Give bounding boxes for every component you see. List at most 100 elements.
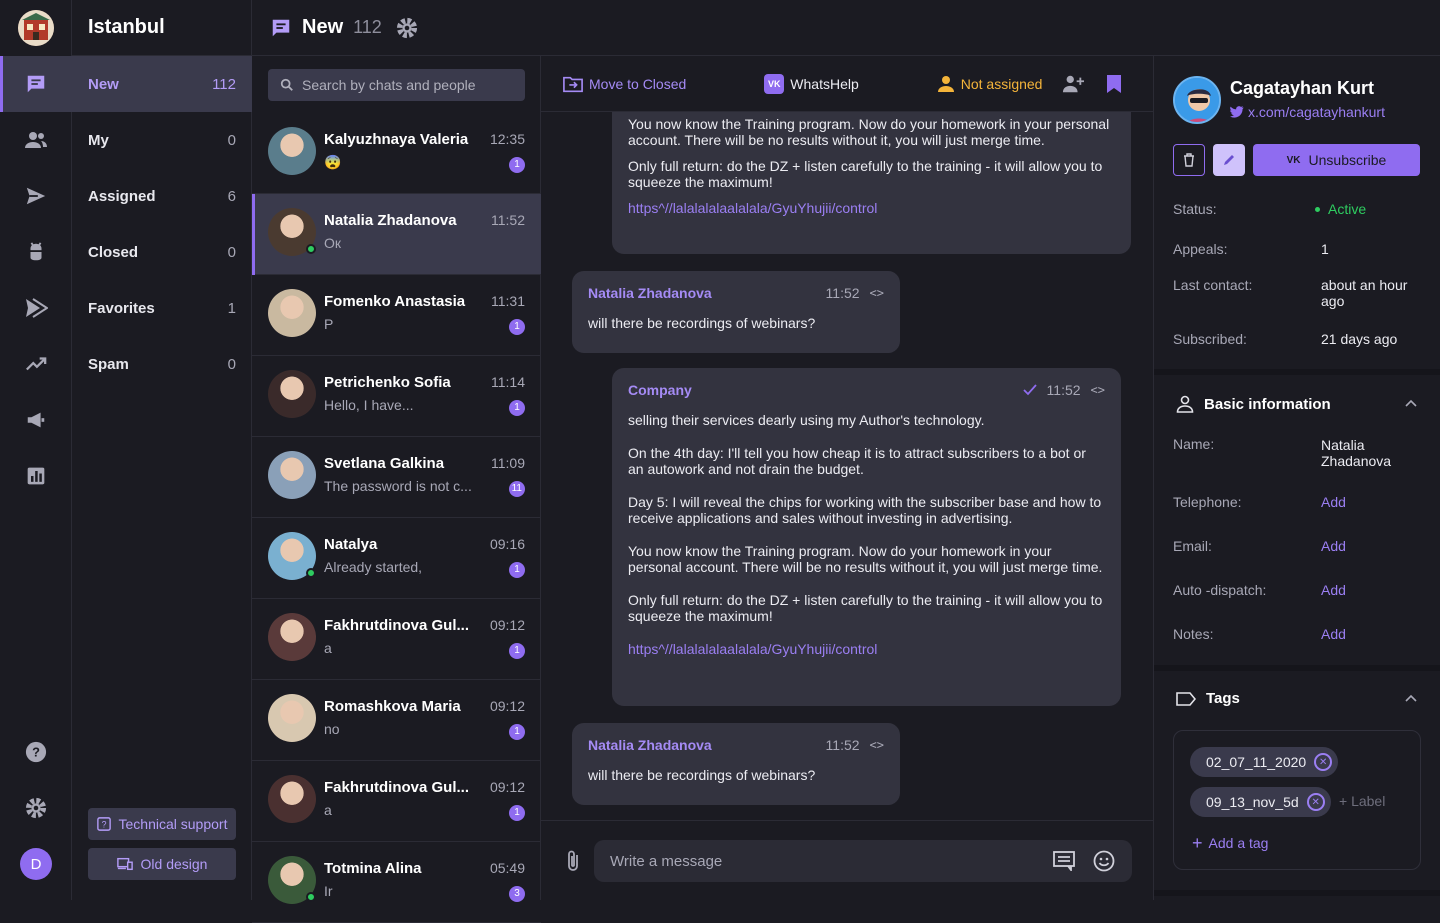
email-add-link[interactable]: Add	[1321, 538, 1346, 554]
menu-item-closed[interactable]: Closed 0	[72, 224, 252, 280]
menu-item-count: 1	[227, 299, 236, 317]
code-view-icon[interactable]: <>	[1091, 382, 1105, 398]
chat-bubble-icon	[272, 19, 290, 36]
code-view-icon[interactable]: <>	[870, 737, 884, 753]
help-icon[interactable]: ?	[0, 724, 72, 780]
trash-icon	[1184, 153, 1194, 167]
unsubscribe-label: Unsubscribe	[1308, 152, 1387, 168]
chat-name: Romashkova Maria	[324, 698, 461, 715]
add-tag-label: Add a tag	[1208, 835, 1269, 851]
bot-icon[interactable]	[0, 224, 72, 280]
chat-name: Kalyuzhnaya Valeria	[324, 131, 469, 148]
unread-badge: 1	[509, 724, 525, 740]
label-input[interactable]: + Label	[1339, 793, 1385, 809]
basic-info-header[interactable]: Basic information	[1176, 395, 1331, 413]
chat-list-item[interactable]: Totmina Alina Ir 05:49 3	[252, 842, 541, 923]
analytics-trend-icon[interactable]	[0, 336, 72, 392]
folder-settings-gear-icon[interactable]	[396, 17, 418, 39]
menu-item-label: New	[88, 75, 119, 93]
chevron-up-icon[interactable]	[1405, 694, 1417, 702]
chat-name: Svetlana Galkina	[324, 455, 445, 472]
vk-icon: VK	[764, 73, 785, 94]
menu-item-label: Assigned	[88, 187, 156, 205]
add-user-icon[interactable]	[1062, 74, 1085, 94]
menu-item-my[interactable]: My 0	[72, 112, 252, 168]
delete-button[interactable]	[1173, 144, 1205, 176]
paperclip-icon[interactable]	[565, 849, 581, 873]
chat-name: Totmina Alina	[324, 860, 422, 877]
workspace-logo[interactable]	[18, 10, 54, 46]
old-design-label: Old design	[140, 856, 208, 872]
remove-tag-icon[interactable]: ✕	[1314, 753, 1333, 771]
edit-button[interactable]	[1213, 144, 1245, 176]
broadcast-icon[interactable]	[0, 280, 72, 336]
message-link[interactable]: https^//lalalalalaalalala/GyuYhujii/cont…	[628, 641, 877, 657]
tag-chip[interactable]: 09_13_nov_5d ✕	[1190, 787, 1331, 817]
code-view-icon[interactable]: <>	[870, 285, 884, 301]
message-time: 11:52	[825, 285, 860, 301]
status-label: Status:	[1173, 201, 1217, 217]
message-composer: Write a message	[541, 820, 1153, 900]
menu-item-new[interactable]: New 112	[72, 56, 252, 112]
user-avatar[interactable]: D	[20, 848, 52, 880]
channel-selector[interactable]: VK WhatsHelp	[764, 73, 859, 94]
chat-time: 11:31	[491, 293, 525, 309]
bookmark-icon[interactable]	[1106, 74, 1122, 94]
unsubscribe-button[interactable]: VK Unsubscribe	[1253, 144, 1420, 176]
reports-icon[interactable]	[0, 448, 72, 504]
templates-icon[interactable]	[1053, 851, 1075, 871]
chat-list-item[interactable]: Fomenko Anastasia Р 11:31 1	[252, 275, 541, 356]
add-tag-button[interactable]: + Add a tag	[1192, 834, 1269, 852]
chat-list-item[interactable]: Kalyuzhnaya Valeria 😨 12:35 1	[252, 113, 541, 194]
tags-header[interactable]: Tags	[1176, 690, 1240, 707]
contacts-icon[interactable]	[0, 112, 72, 168]
chats-nav-icon[interactable]	[0, 56, 72, 112]
emoji-icon[interactable]	[1093, 850, 1115, 872]
search-input[interactable]: Search by chats and people	[302, 77, 476, 93]
chat-list-item[interactable]: Natalya Already started, 09:16 1	[252, 518, 541, 599]
move-to-closed-label: Move to Closed	[589, 75, 687, 92]
settings-gear-icon[interactable]	[0, 780, 72, 836]
chat-list-item[interactable]: Fakhrutdinova Gul... a 09:12 1	[252, 599, 541, 680]
chat-list-item[interactable]: Fakhrutdinova Gul... a 09:12 1	[252, 761, 541, 842]
chat-time: 12:35	[489, 131, 525, 147]
chat-name: Fakhrutdinova Gul...	[324, 779, 470, 796]
chat-avatar	[268, 208, 316, 256]
divider	[1154, 665, 1440, 671]
message-link[interactable]: https^//lalalalalaalalala/GyuYhujii/cont…	[628, 200, 877, 216]
menu-item-spam[interactable]: Spam 0	[72, 336, 252, 392]
tag-chip[interactable]: 02_07_11_2020 ✕	[1190, 747, 1339, 777]
move-to-closed-button[interactable]: Move to Closed	[563, 75, 686, 93]
send-icon[interactable]	[0, 168, 72, 224]
search-field[interactable]: Search by chats and people	[268, 69, 525, 101]
menu-item-assigned[interactable]: Assigned 6	[72, 168, 252, 224]
message-incoming: Natalia Zhadanova 11:52 <> will there be r…	[572, 723, 900, 805]
chat-preview: no	[324, 721, 340, 737]
chat-time: 11:52	[491, 212, 525, 228]
remove-tag-icon[interactable]: ✕	[1306, 793, 1325, 811]
folder-move-icon	[563, 76, 583, 92]
campaign-icon[interactable]	[0, 392, 72, 448]
assignee-selector[interactable]: Not assigned	[937, 75, 1042, 93]
chat-list-item[interactable]: Svetlana Galkina The password is not c...…	[252, 437, 541, 518]
divider	[1154, 890, 1440, 896]
contact-social-link[interactable]: x.com/cagatayhankurt	[1230, 104, 1385, 120]
chat-time: 09:12	[489, 698, 525, 714]
chat-preview: 😨	[324, 154, 342, 170]
chat-list-item[interactable]: Natalia Zhadanova Ок 11:52	[252, 194, 541, 275]
notes-add-link[interactable]: Add	[1321, 626, 1346, 642]
menu-item-favorites[interactable]: Favorites 1	[72, 280, 252, 336]
auto-dispatch-add-link[interactable]: Add	[1321, 582, 1346, 598]
technical-support-button[interactable]: ? Technical support	[88, 808, 236, 840]
message-input[interactable]: Write a message	[594, 840, 1132, 882]
auto-dispatch-label: Auto -dispatch:	[1173, 582, 1267, 598]
message-incoming: Natalia Zhadanova 11:52 <> will there be r…	[572, 271, 900, 353]
chat-list-item[interactable]: Petrichenko Sofia Hello, I have... 11:14 1	[252, 356, 541, 437]
chevron-up-icon[interactable]	[1405, 399, 1417, 407]
status-dot-icon	[1315, 206, 1320, 212]
chat-avatar	[268, 532, 316, 580]
telephone-add-link[interactable]: Add	[1321, 494, 1346, 510]
message-text: will there be recordings of webinars?	[588, 767, 816, 783]
old-design-button[interactable]: Old design	[88, 848, 236, 880]
chat-list-item[interactable]: Romashkova Maria no 09:12 1	[252, 680, 541, 761]
